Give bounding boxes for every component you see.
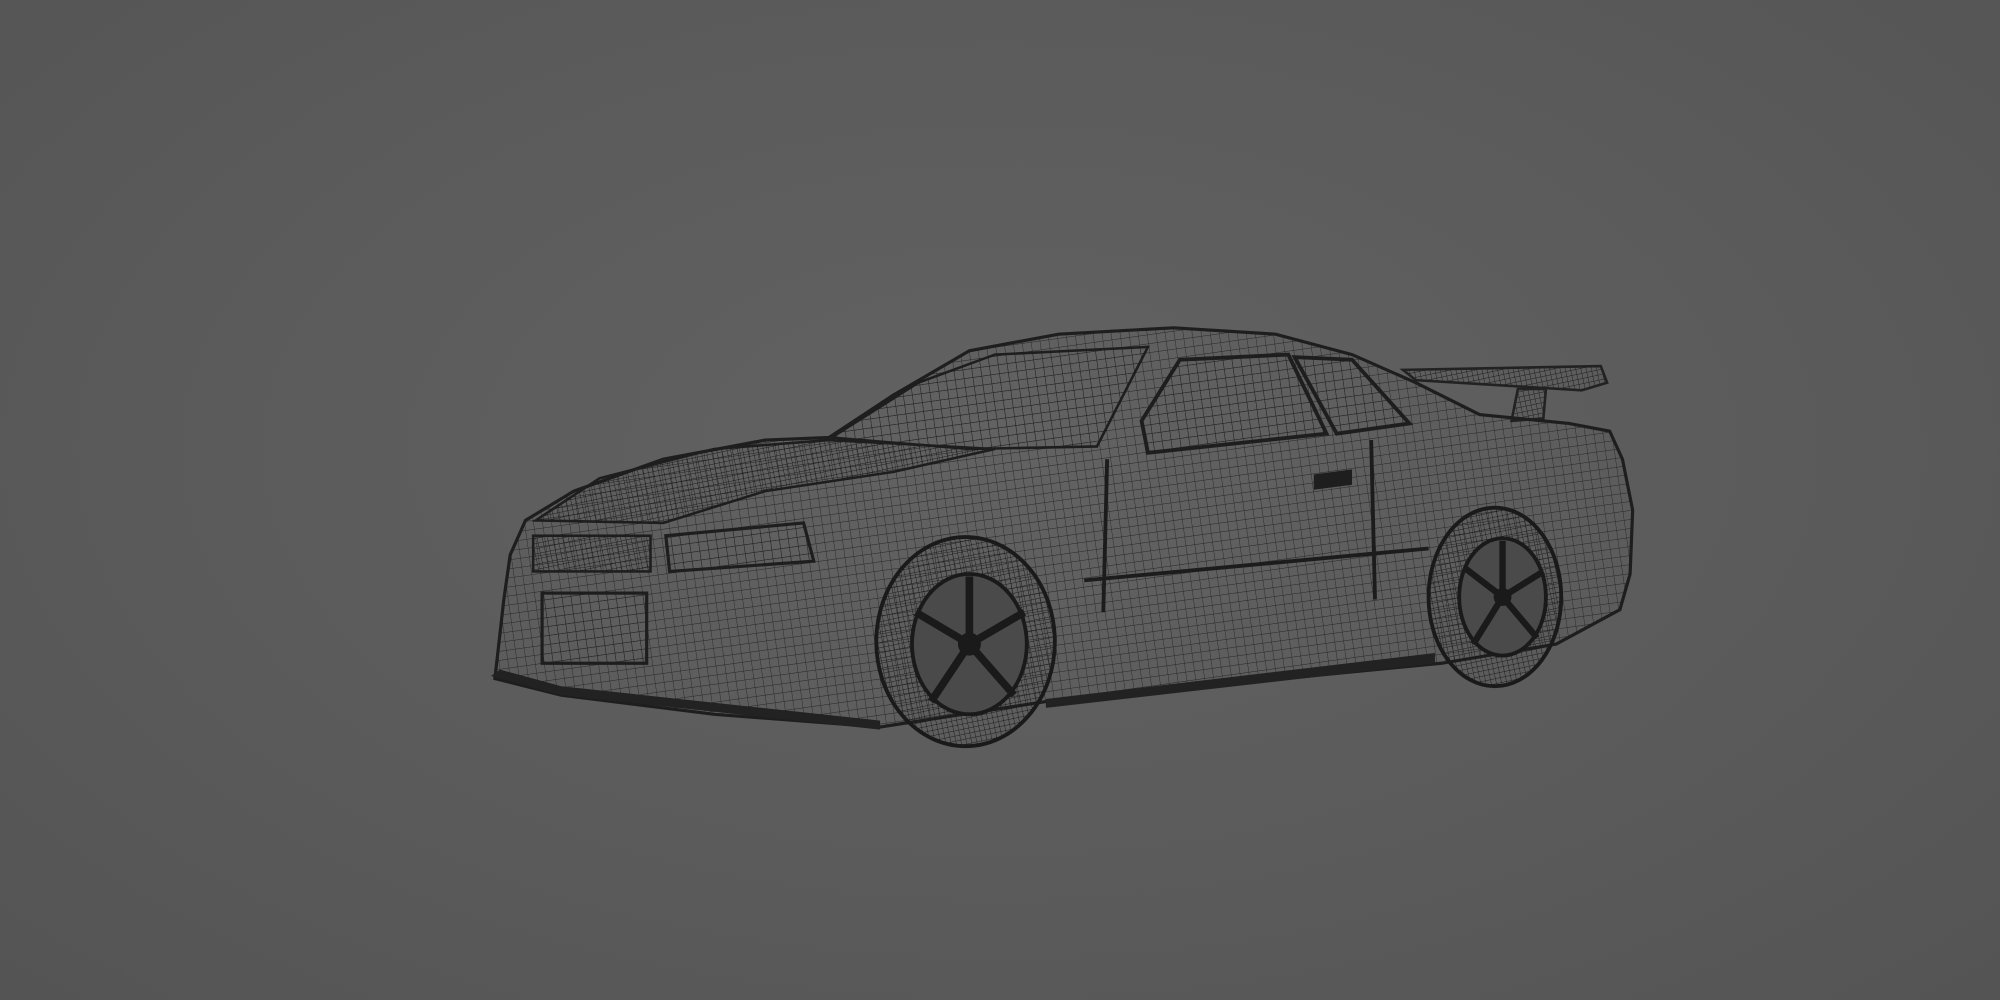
windshield bbox=[827, 345, 1151, 451]
rear-wheel bbox=[1426, 505, 1564, 689]
viewport-background bbox=[0, 0, 2000, 1000]
lower-intake bbox=[540, 591, 649, 665]
front-wheel bbox=[874, 535, 1057, 749]
car-wireframe bbox=[491, 326, 1635, 749]
front-grille bbox=[531, 534, 652, 573]
